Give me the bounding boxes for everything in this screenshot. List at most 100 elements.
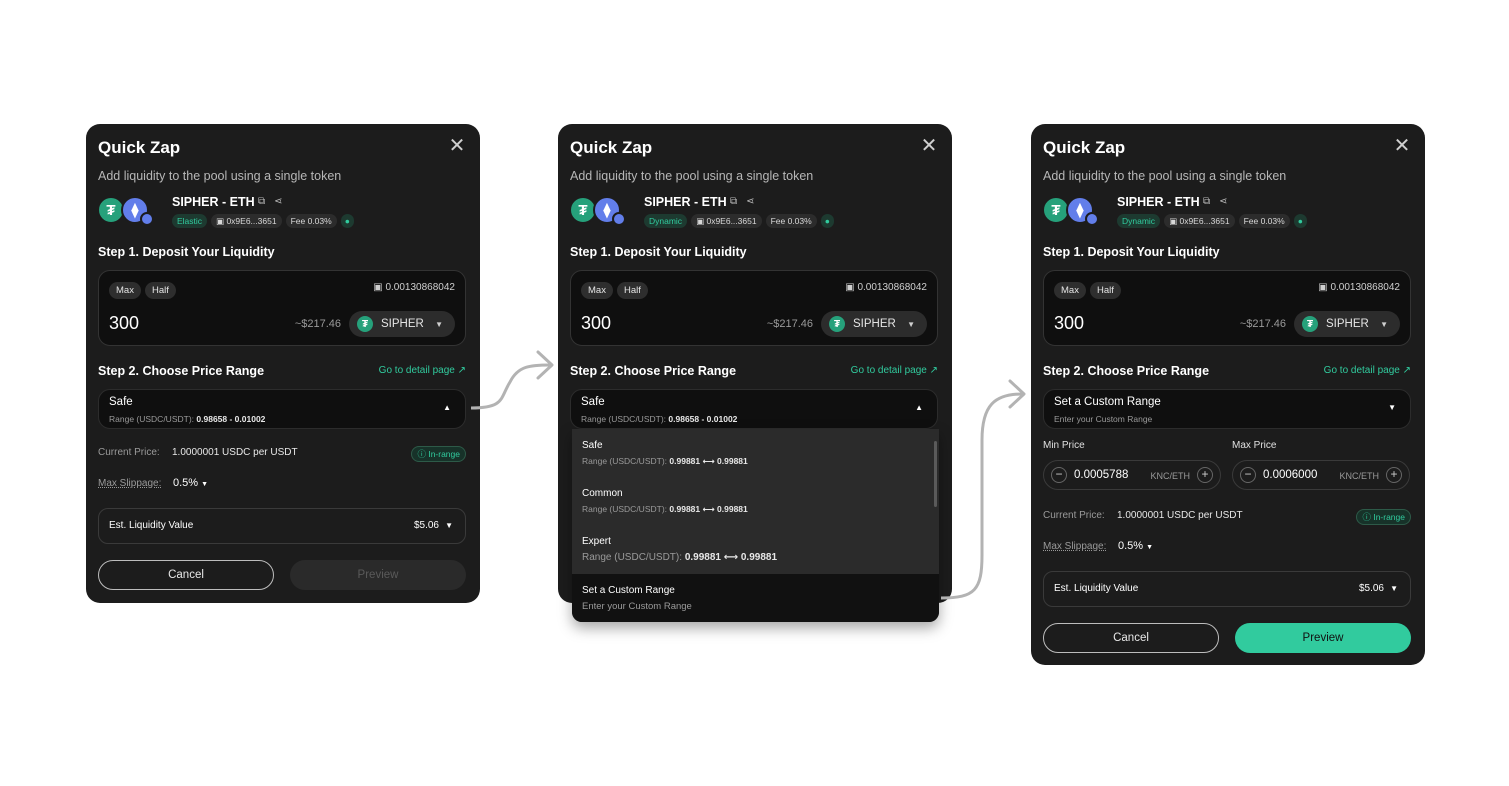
wallet-balance: ▣ 0.00130868042 [1318,282,1400,293]
amount-input[interactable]: 300 [581,313,611,334]
range-option-safe[interactable]: Safe Range (USDC/USDT): 0.99881 ⟷ 0.9988… [582,440,748,467]
panel-title: Quick Zap [570,138,653,157]
address-badge[interactable]: ▣ 0x9E6...3651 [1164,214,1235,228]
pair-name: SIPHER - ETH [644,195,727,209]
fee-badge: Fee 0.03% [1238,214,1290,228]
panel-subtitle: Add liquidity to the pool using a single… [1043,169,1287,183]
copy-icon[interactable]: ⧉ [730,196,737,207]
close-icon[interactable]: ✕ [448,136,466,156]
close-icon[interactable]: ✕ [920,136,938,156]
amount-input[interactable]: 300 [1054,313,1084,334]
chevron-down-icon: ▼ [445,521,453,530]
est-value: $5.06 [413,520,439,531]
price-range-select[interactable]: Safe Range (USDC/USDT): 0.98658 - 0.0100… [98,389,466,429]
range-option-custom[interactable]: Set a Custom Range Enter your Custom Ran… [572,574,939,622]
max-price-input[interactable]: − 0.0006000 KNC/ETH + [1232,460,1410,490]
est-label: Est. Liquidity Value [109,520,194,531]
half-button[interactable]: Half [1090,282,1121,299]
balance-value: 0.00130868042 [385,282,455,293]
min-price-unit: KNC/ETH [1150,471,1190,481]
pair-name: SIPHER - ETH [1117,195,1200,209]
dropdown-scrollbar[interactable] [934,441,937,507]
deposit-box: Max Half ▣ 0.00130868042 300 ~$217.46 ₮ … [570,270,938,346]
token-selector[interactable]: ₮ SIPHER ▼ [349,311,455,337]
slippage-label[interactable]: Max Slippage: [98,478,161,489]
in-range-badge: ⓘ In-range [1356,509,1411,525]
range-option-expert[interactable]: Expert Range (USDC/USDT): 0.99881 ⟷ 0.99… [582,536,777,563]
sipher-token-icon: ₮ [1302,316,1318,332]
max-button[interactable]: Max [581,282,613,299]
panel-subtitle: Add liquidity to the pool using a single… [98,169,342,183]
range-label: Set a Custom Range [1054,396,1161,408]
est-liquidity[interactable]: Est. Liquidity Value $5.06 ▼ [1043,571,1411,607]
wallet-balance: ▣ 0.00130868042 [845,282,927,293]
slippage-value[interactable]: 0.5% ▼ [173,477,208,489]
panel-subtitle: Add liquidity to the pool using a single… [570,169,814,183]
min-price-input[interactable]: − 0.0005788 KNC/ETH + [1043,460,1221,490]
money-bag-icon: ● [340,214,354,228]
chevron-down-icon: ▼ [907,319,915,329]
detail-page-link[interactable]: Go to detail page ↗ [851,365,938,376]
address-badge[interactable]: ▣ 0x9E6...3651 [211,214,282,228]
decrease-min-button[interactable]: − [1051,467,1067,483]
chevron-down-icon: ▼ [1388,403,1396,412]
copy-icon[interactable]: ⧉ [258,196,265,207]
flow-arrow-1-head [536,350,554,380]
pool-badges: Elastic ▣ 0x9E6...3651 Fee 0.03% ● [172,214,354,228]
min-price-label: Min Price [1043,440,1085,451]
panel-title: Quick Zap [1043,138,1126,157]
address-text: 0x9E6...3651 [226,216,277,226]
cancel-button[interactable]: Cancel [1043,623,1219,653]
chain-eth-icon [140,212,154,226]
close-icon[interactable]: ✕ [1393,136,1411,156]
max-price-unit: KNC/ETH [1339,471,1379,481]
increase-max-button[interactable]: + [1386,467,1402,483]
slippage-label[interactable]: Max Slippage: [1043,541,1106,552]
share-icon[interactable]: ⋖ [1219,196,1227,207]
slippage-value[interactable]: 0.5% ▼ [1118,540,1153,552]
range-option-common[interactable]: Common Range (USDC/USDT): 0.99881 ⟷ 0.99… [582,488,748,515]
min-price-value: 0.0005788 [1074,469,1129,481]
half-button[interactable]: Half [145,282,176,299]
address-text: 0x9E6...3651 [706,216,757,226]
deposit-box: Max Half ▣ 0.00130868042 300 ~$217.46 ₮ … [1043,270,1411,346]
step1-title: Step 1. Deposit Your Liquidity [570,245,747,259]
max-button[interactable]: Max [1054,282,1086,299]
token-selector[interactable]: ₮ SIPHER ▼ [1294,311,1400,337]
token-selector[interactable]: ₮ SIPHER ▼ [821,311,927,337]
chevron-down-icon: ▼ [1390,584,1398,593]
price-range-select[interactable]: Safe Range (USDC/USDT): 0.98658 - 0.0100… [570,389,938,429]
max-button[interactable]: Max [109,282,141,299]
address-badge[interactable]: ▣ 0x9E6...3651 [691,214,762,228]
sipher-token-icon: ₮ [357,316,373,332]
detail-page-link[interactable]: Go to detail page ↗ [1324,365,1411,376]
detail-page-link[interactable]: Go to detail page ↗ [379,365,466,376]
share-icon[interactable]: ⋖ [274,196,282,207]
token-name: SIPHER [1326,318,1369,330]
chain-eth-icon [612,212,626,226]
flow-arrow-1 [470,363,551,410]
half-button[interactable]: Half [617,282,648,299]
step2-title: Step 2. Choose Price Range [570,364,737,378]
wallet-icon: ▣ [373,282,383,293]
share-icon[interactable]: ⋖ [746,196,754,207]
pair-name: SIPHER - ETH [172,195,255,209]
in-range-badge: ⓘ In-range [411,446,466,462]
balance-value: 0.00130868042 [1330,282,1400,293]
custom-range-sub: Enter your Custom Range [582,601,692,612]
preview-button[interactable]: Preview [1235,623,1411,653]
flow-arrow-2 [940,392,1023,600]
decrease-max-button[interactable]: − [1240,467,1256,483]
wallet-icon: ▣ [845,282,855,293]
preview-button-disabled[interactable]: Preview [290,560,466,590]
wallet-icon: ▣ [1318,282,1328,293]
address-text: 0x9E6...3651 [1179,216,1230,226]
quick-zap-panel-initial: Quick Zap ✕ Add liquidity to the pool us… [86,124,480,603]
price-range-select[interactable]: Set a Custom Range Enter your Custom Ran… [1043,389,1411,429]
est-liquidity[interactable]: Est. Liquidity Value $5.06 ▼ [98,508,466,544]
amount-input[interactable]: 300 [109,313,139,334]
increase-min-button[interactable]: + [1197,467,1213,483]
copy-icon[interactable]: ⧉ [1203,196,1210,207]
deposit-box: Max Half ▣ 0.00130868042 300 ~$217.46 ₮ … [98,270,466,346]
cancel-button[interactable]: Cancel [98,560,274,590]
